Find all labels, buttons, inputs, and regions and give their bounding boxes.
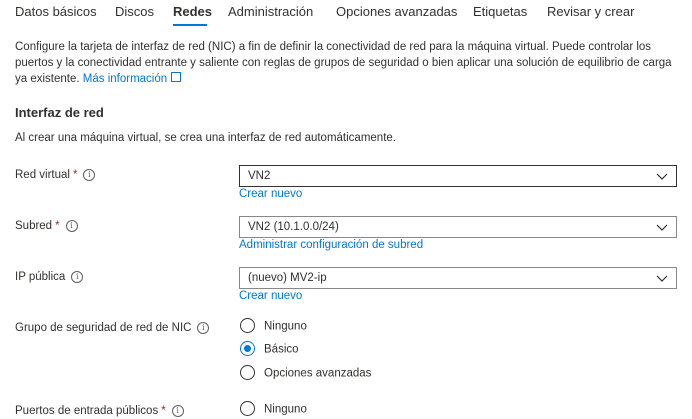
radio-unselected-icon bbox=[240, 401, 255, 416]
external-link-icon bbox=[171, 72, 182, 82]
radio-label: Opciones avanzadas bbox=[264, 367, 372, 380]
public-ip-label: IP pública bbox=[15, 271, 66, 283]
radio-label: Ninguno bbox=[264, 403, 307, 416]
tab-networking[interactable]: Redes bbox=[173, 4, 212, 19]
info-icon[interactable]: i bbox=[171, 405, 184, 417]
info-icon[interactable]: i bbox=[65, 220, 78, 232]
subnet-select[interactable]: VN2 (10.1.0.0/24) bbox=[239, 216, 677, 238]
vnet-select[interactable]: VN2 bbox=[239, 165, 677, 187]
manage-subnet-link[interactable]: Administrar configuración de subred bbox=[239, 239, 423, 251]
inbound-ports-label: Puertos de entrada públicos bbox=[15, 405, 159, 417]
required-marker: * bbox=[55, 220, 60, 232]
nsg-label: Grupo de seguridad de red de NIC bbox=[15, 322, 192, 334]
public-ip-select[interactable]: (nuevo) MV2-ip bbox=[239, 267, 677, 289]
public-ip-create-new-link[interactable]: Crear nuevo bbox=[239, 290, 302, 302]
tab-management[interactable]: Administración bbox=[228, 4, 313, 19]
subnet-label-row: Subred * i bbox=[15, 220, 78, 233]
vnet-value: VN2 bbox=[248, 170, 271, 182]
tab-bar: Datos básicos Discos Redes Administració… bbox=[0, 0, 692, 30]
section-title: Interfaz de red bbox=[15, 105, 104, 120]
required-marker: * bbox=[161, 405, 166, 417]
nsg-option-basic[interactable]: Básico bbox=[240, 341, 299, 357]
vnet-label: Red virtual bbox=[15, 169, 70, 181]
networking-description: Configure la tarjeta de interfaz de red … bbox=[15, 39, 680, 87]
public-ip-label-row: IP pública i bbox=[15, 271, 84, 284]
inbound-ports-option-none[interactable]: Ninguno bbox=[240, 401, 307, 417]
tab-advanced[interactable]: Opciones avanzadas bbox=[336, 4, 457, 19]
chevron-down-icon bbox=[656, 173, 668, 180]
chevron-down-icon bbox=[656, 224, 668, 231]
active-tab-indicator bbox=[173, 24, 207, 26]
tab-review-create[interactable]: Revisar y crear bbox=[547, 4, 634, 19]
radio-label: Básico bbox=[264, 343, 299, 356]
nsg-label-row: Grupo de seguridad de red de NIC i bbox=[15, 322, 210, 335]
tab-disks[interactable]: Discos bbox=[115, 4, 154, 19]
info-icon[interactable]: i bbox=[197, 322, 210, 334]
nsg-option-advanced[interactable]: Opciones avanzadas bbox=[240, 365, 372, 381]
radio-label: Ninguno bbox=[264, 320, 307, 333]
info-icon[interactable]: i bbox=[83, 169, 96, 181]
radio-unselected-icon bbox=[240, 365, 255, 380]
radio-unselected-icon bbox=[240, 318, 255, 333]
subnet-label: Subred bbox=[15, 220, 53, 232]
radio-selected-icon bbox=[240, 341, 255, 356]
nsg-option-none[interactable]: Ninguno bbox=[240, 318, 307, 334]
tab-basics[interactable]: Datos básicos bbox=[15, 4, 97, 19]
subnet-value: VN2 (10.1.0.0/24) bbox=[248, 221, 339, 233]
tab-tags[interactable]: Etiquetas bbox=[473, 4, 527, 19]
public-ip-value: (nuevo) MV2-ip bbox=[248, 272, 327, 284]
section-subtitle: Al crear una máquina virtual, se crea un… bbox=[15, 132, 396, 144]
required-marker: * bbox=[72, 169, 78, 181]
more-info-label: Más información bbox=[82, 73, 168, 85]
info-icon[interactable]: i bbox=[71, 271, 84, 283]
chevron-down-icon bbox=[656, 275, 668, 282]
inbound-ports-label-row: Puertos de entrada públicos * i bbox=[15, 405, 184, 418]
vnet-create-new-link[interactable]: Crear nuevo bbox=[239, 188, 302, 200]
vnet-label-row: Red virtual * i bbox=[15, 169, 96, 182]
more-info-link[interactable]: Más información bbox=[82, 72, 182, 85]
